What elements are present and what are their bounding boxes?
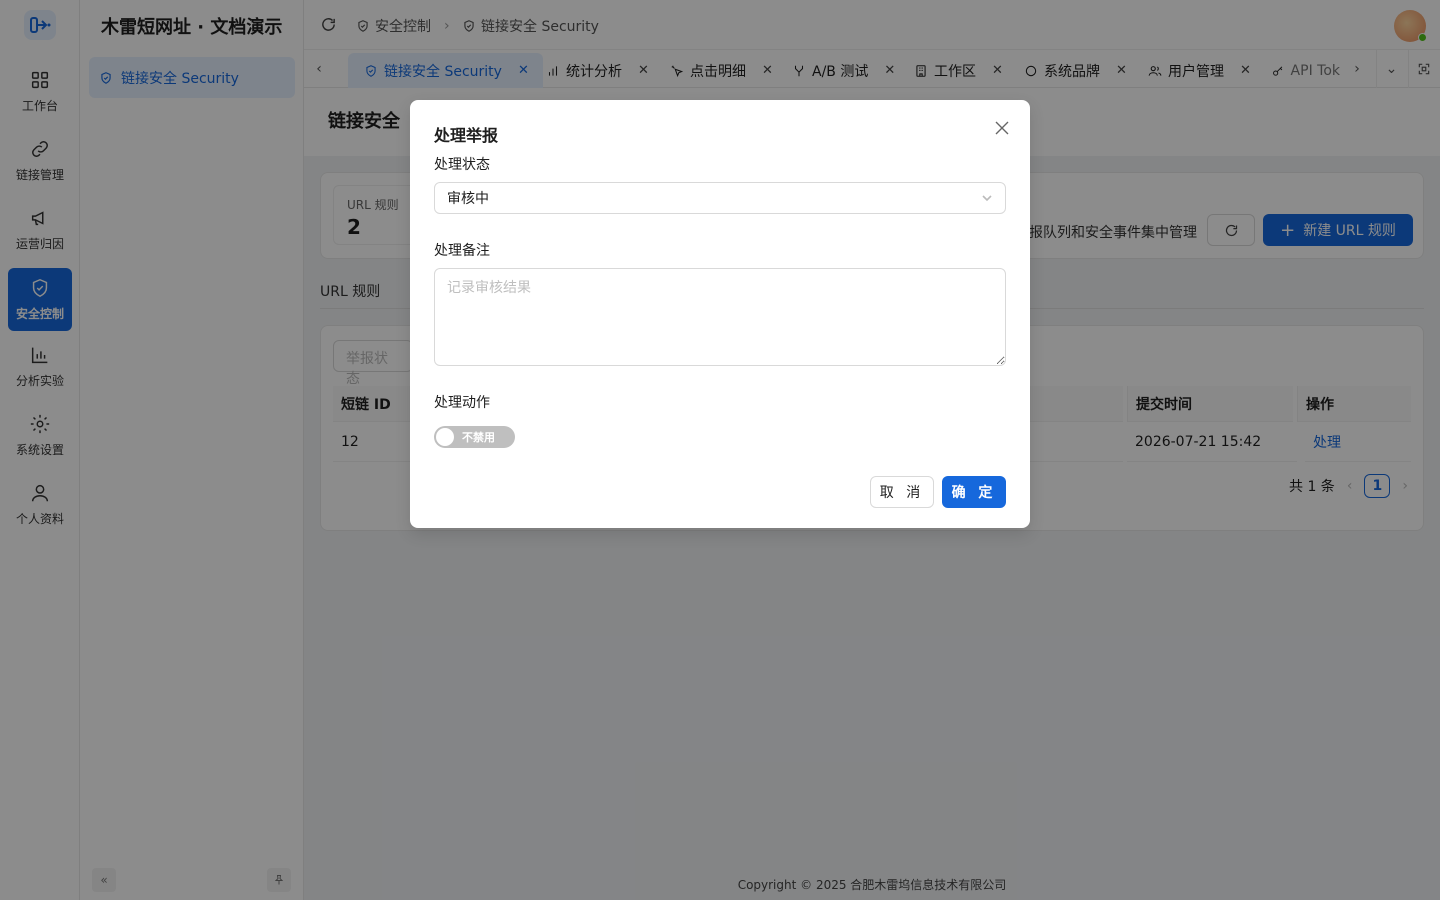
status-select-value: 审核中 (447, 191, 489, 207)
action-label: 处理动作 (434, 395, 490, 411)
confirm-button[interactable]: 确 定 (942, 476, 1006, 508)
modal-title: 处理举报 (434, 126, 499, 145)
status-label: 处理状态 (434, 157, 490, 173)
close-icon[interactable] (994, 120, 1010, 136)
toggle-text: 不禁用 (462, 431, 495, 444)
chevron-down-icon (982, 195, 992, 202)
disable-toggle[interactable]: 不禁用 (434, 426, 515, 448)
note-label: 处理备注 (434, 243, 490, 259)
handle-report-modal: 处理举报 处理状态 审核中 处理备注 处理动作 不禁用 取 消 确 定 (410, 100, 1030, 528)
toggle-knob (436, 428, 454, 446)
note-textarea[interactable] (434, 268, 1006, 366)
status-select[interactable]: 审核中 (434, 182, 1006, 214)
cancel-button[interactable]: 取 消 (870, 476, 934, 508)
